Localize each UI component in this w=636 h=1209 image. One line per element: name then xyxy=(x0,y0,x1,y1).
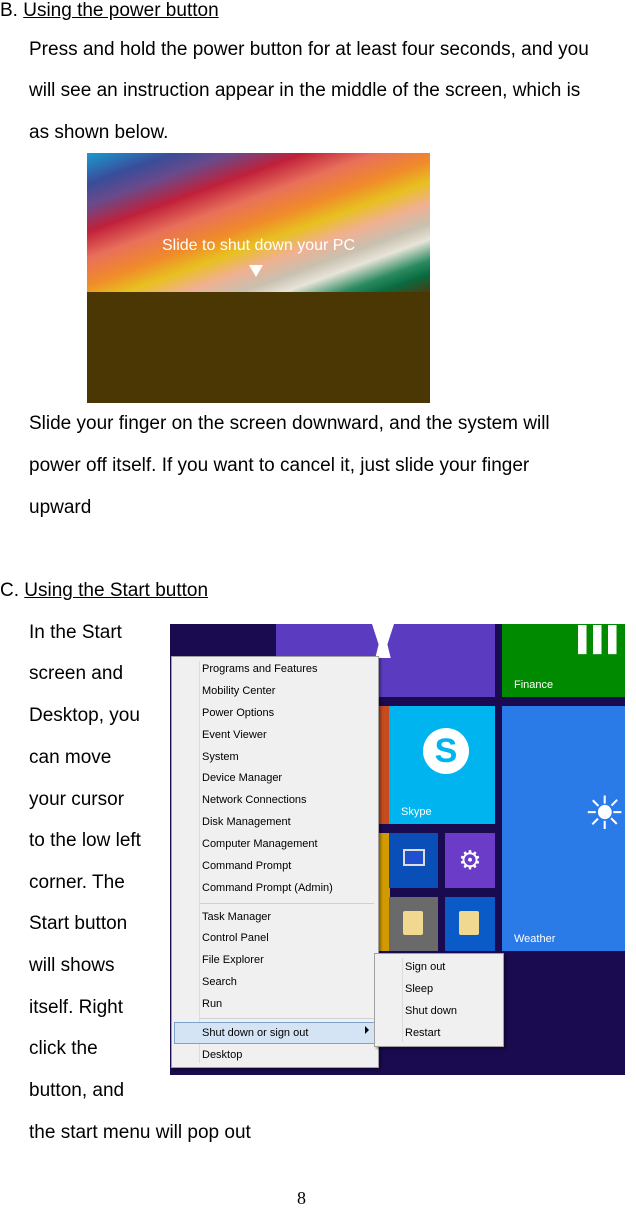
menu-item[interactable]: Search xyxy=(202,975,237,989)
skype-icon: S xyxy=(423,728,469,774)
menu-item[interactable]: Mobility Center xyxy=(202,684,275,698)
menu-separator xyxy=(200,1018,374,1019)
tile-weather[interactable]: ☀ Weather xyxy=(502,706,625,951)
computer-icon xyxy=(403,849,425,866)
paragraph-line: can move xyxy=(29,747,112,768)
tile-label: Skype xyxy=(401,806,432,818)
tile-label: Finance xyxy=(514,679,554,691)
sun-icon: ☀ xyxy=(584,787,625,839)
menu-item[interactable]: Programs and Features xyxy=(202,662,318,676)
menu-item[interactable]: File Explorer xyxy=(202,953,264,967)
menu-item[interactable]: Computer Management xyxy=(202,837,318,851)
paragraph-line: your cursor xyxy=(29,789,125,810)
paragraph-line: upward xyxy=(29,497,92,518)
menu-item[interactable]: Command Prompt xyxy=(202,859,291,873)
menu-item[interactable]: Task Manager xyxy=(202,910,271,924)
menu-item[interactable]: Desktop xyxy=(202,1048,242,1062)
paragraph-line: itself. Right xyxy=(29,997,123,1018)
chart-bars-icon: ▌▌▌ xyxy=(577,626,625,653)
folder-icon xyxy=(459,911,479,935)
start-context-menu: Programs and Features Mobility Center Po… xyxy=(171,656,379,1068)
menu-gutter xyxy=(199,661,200,1063)
submenu-item[interactable]: Restart xyxy=(405,1026,440,1040)
menu-item[interactable]: Disk Management xyxy=(202,815,291,829)
section-c-heading: C. Using the Start button xyxy=(0,580,208,602)
page-number: 8 xyxy=(297,1188,306,1208)
menu-item[interactable]: Device Manager xyxy=(202,771,282,785)
section-prefix: B. xyxy=(0,0,24,21)
shutdown-submenu: Sign out Sleep Shut down Restart xyxy=(374,953,504,1047)
submenu-item[interactable]: Sign out xyxy=(405,960,445,974)
tile-pictures[interactable] xyxy=(445,897,495,951)
gear-icon: ⚙ xyxy=(458,845,482,875)
section-title: Using the power button xyxy=(23,0,219,21)
tile-documents[interactable] xyxy=(389,897,438,951)
section-title: Using the Start button xyxy=(24,580,209,601)
slide-to-shutdown-text: Slide to shut down your PC xyxy=(162,237,355,254)
menu-item[interactable]: Network Connections xyxy=(202,793,307,807)
menu-gutter xyxy=(402,958,403,1042)
paragraph-line: In the Start xyxy=(29,622,122,643)
paragraph-line: click the xyxy=(29,1038,98,1059)
menu-item[interactable]: System xyxy=(202,750,239,764)
paragraph-line: Desktop, you xyxy=(29,705,140,726)
start-screen-screenshot: ▌▌▌ Finance S Skype ⚙ ☀ Weather Programs… xyxy=(170,624,625,1075)
paragraph-line: screen and xyxy=(29,663,124,684)
paragraph-line: button, and xyxy=(29,1080,125,1101)
menu-item[interactable]: Run xyxy=(202,997,222,1011)
tile-label: Weather xyxy=(514,933,556,945)
down-arrow-icon xyxy=(249,265,263,277)
tile-settings[interactable]: ⚙ xyxy=(445,833,495,888)
section-prefix: C. xyxy=(0,580,25,601)
menu-item[interactable]: Power Options xyxy=(202,706,274,720)
section-b-heading: B. Using the power button xyxy=(0,0,219,22)
paragraph-line: corner. The xyxy=(29,872,125,893)
tile-skype[interactable]: S Skype xyxy=(389,706,495,824)
paragraph-line: Slide your finger on the screen downward… xyxy=(29,413,550,434)
menu-item[interactable]: Event Viewer xyxy=(202,728,267,742)
paragraph-line: Start button xyxy=(29,913,128,934)
paragraph-line: the start menu will pop out xyxy=(29,1122,251,1143)
menu-separator xyxy=(200,903,374,904)
paragraph-line: power off itself. If you want to cancel … xyxy=(29,455,530,476)
shutdown-screenshot: Slide to shut down your PC xyxy=(87,153,430,403)
submenu-arrow-icon xyxy=(365,1026,369,1034)
tile-finance[interactable]: ▌▌▌ Finance xyxy=(502,624,625,697)
menu-item[interactable]: Control Panel xyxy=(202,931,269,945)
folder-icon xyxy=(403,911,423,935)
submenu-item[interactable]: Shut down xyxy=(405,1004,457,1018)
paragraph-line: Press and hold the power button for at l… xyxy=(29,39,589,60)
tile-this-pc[interactable] xyxy=(389,833,438,888)
menu-item-shut-down-or-sign-out[interactable]: Shut down or sign out xyxy=(202,1026,308,1040)
paragraph-line: will shows xyxy=(29,955,115,976)
paragraph-line: as shown below. xyxy=(29,122,169,143)
trophy-icon xyxy=(372,624,394,658)
paragraph-line: to the low left xyxy=(29,830,141,851)
submenu-item[interactable]: Sleep xyxy=(405,982,433,996)
paragraph-line: will see an instruction appear in the mi… xyxy=(29,80,581,101)
menu-item[interactable]: Command Prompt (Admin) xyxy=(202,881,333,895)
